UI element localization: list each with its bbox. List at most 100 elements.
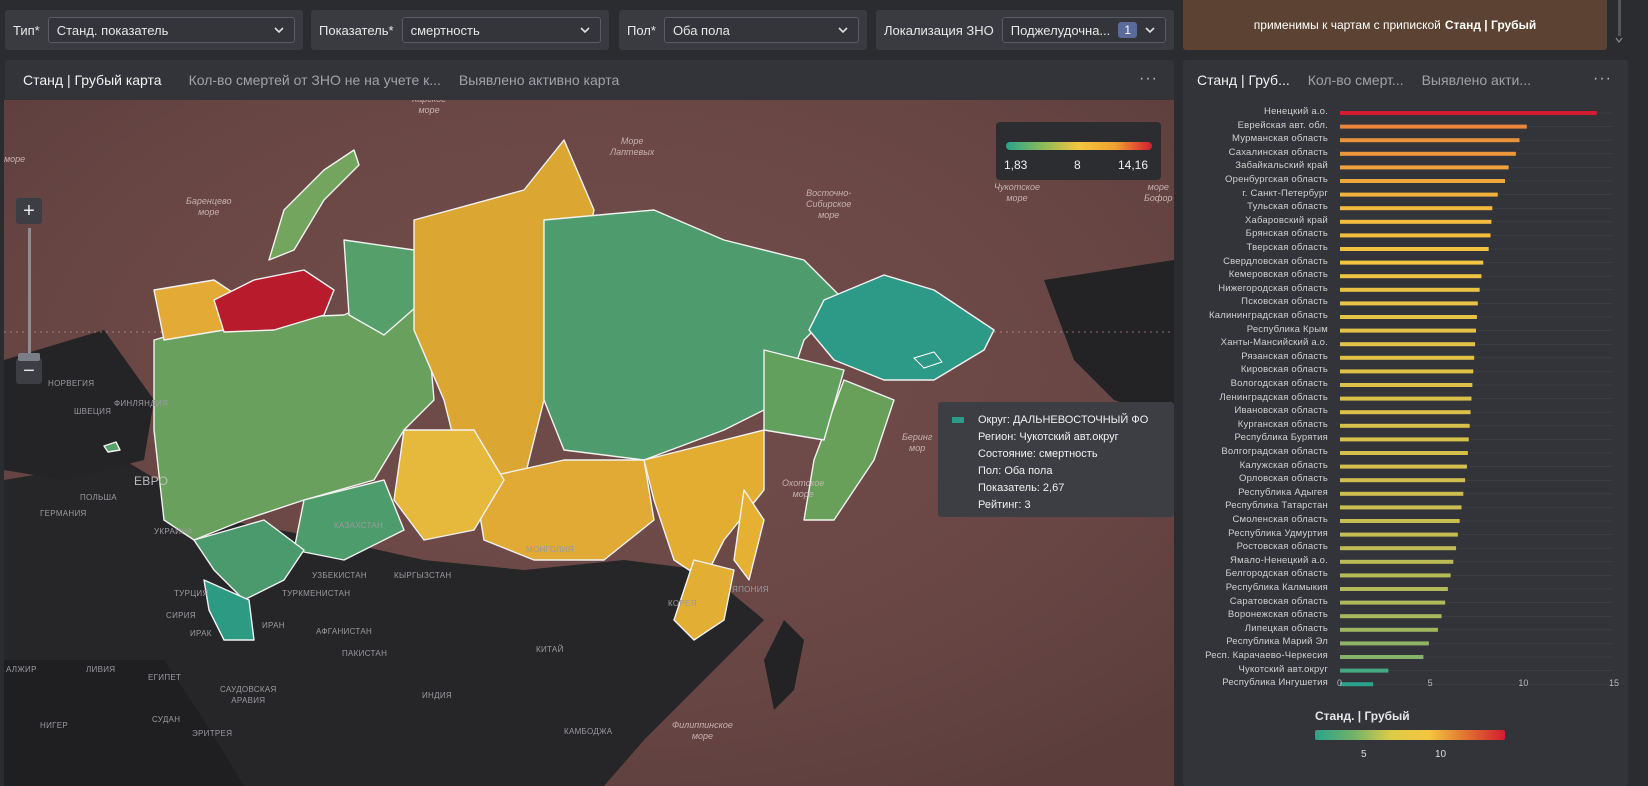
bar-category-label: Орловская область bbox=[1239, 473, 1328, 485]
map-label-cambodia: КАМБОДЖА bbox=[564, 727, 613, 736]
filter-type-select[interactable]: Станд. показатель bbox=[47, 17, 295, 43]
map-label-ukraine: УКРАИНА bbox=[154, 527, 193, 536]
bar-category-label: Рязанская область bbox=[1241, 350, 1328, 362]
map-label-poland: ПОЛЬША bbox=[80, 493, 117, 502]
bar-category-label: Ленинградская область bbox=[1219, 391, 1328, 403]
filter-sex-value: Оба пола bbox=[672, 22, 730, 38]
map-label-finland: ФИНЛЯНДИЯ bbox=[114, 399, 169, 408]
bar-category-label: Кировская область bbox=[1240, 364, 1328, 376]
map-label-japan: ЯПОНИЯ bbox=[732, 585, 769, 594]
bar-category-label: Сахалинская область bbox=[1228, 146, 1328, 158]
bar-category-label: Респ. Карачаево-Черкесия bbox=[1205, 650, 1328, 661]
map-label-egypt: ЕГИПЕТ bbox=[148, 673, 182, 682]
bar-category-label: Калининградская область bbox=[1209, 310, 1328, 321]
bar-category-label: Еврейская авт. обл. bbox=[1237, 119, 1328, 131]
zoom-slider-handle[interactable] bbox=[17, 353, 40, 361]
filter-localization: Локализация ЗНО Поджелудочна... 1 bbox=[876, 10, 1174, 50]
map-label-eritrea: ЭРИТРЕЯ bbox=[192, 729, 233, 738]
zoom-in-button[interactable]: + bbox=[16, 198, 42, 224]
scrollbar[interactable] bbox=[1612, 0, 1626, 50]
bar-category-label: Тульская область bbox=[1247, 201, 1328, 213]
more-menu-icon[interactable]: ··· bbox=[1139, 70, 1158, 88]
map-label-barents-sea: Баренцево море bbox=[186, 196, 232, 217]
tooltip-rating: Рейтинг: 3 bbox=[978, 499, 1031, 511]
tooltip-color-swatch bbox=[952, 417, 964, 423]
bar-category-label: Псковская область bbox=[1241, 296, 1328, 308]
bar-category-label: Ненецкий а.о. bbox=[1264, 106, 1328, 117]
bar-category-label: Республика Татарстан bbox=[1225, 500, 1328, 512]
bar-legend-tick-10: 10 bbox=[1435, 749, 1447, 760]
map-label-afghanistan: АФГАНИСТАН bbox=[316, 627, 373, 636]
tooltip-region: Регион: Чукотский авт.округ bbox=[978, 431, 1119, 443]
bar-category-label: Республика Крым bbox=[1246, 323, 1328, 335]
x-tick-label: 0 bbox=[1337, 678, 1343, 688]
chevron-down-icon bbox=[838, 27, 848, 34]
bar-category-label: Волгоградская область bbox=[1221, 446, 1328, 457]
bar-category-label: Ивановская область bbox=[1234, 405, 1328, 417]
bar-legend-title: Станд. | Грубый bbox=[1315, 709, 1410, 723]
map-legend-max: 14,16 bbox=[1118, 158, 1149, 172]
tab-detected-bars[interactable]: Выявлено акти... bbox=[1422, 72, 1531, 88]
bar-category-label: Республика Адыгея bbox=[1238, 486, 1328, 498]
bar-category-label: Республика Удмуртия bbox=[1228, 527, 1328, 539]
map-label-philippine-sea: Филиппинское море bbox=[672, 720, 733, 741]
zoom-out-button[interactable]: − bbox=[16, 358, 42, 384]
bar-category-label: Забайкальский край bbox=[1235, 160, 1328, 172]
selected-count-badge: 1 bbox=[1118, 22, 1137, 38]
map-label-chukchi-sea: Чукотское море bbox=[994, 182, 1040, 203]
map-label-mongolia: МОНГОЛИЯ bbox=[526, 545, 574, 554]
bar-category-label: Республика Калмыкия bbox=[1225, 582, 1328, 593]
chevron-down-icon bbox=[274, 27, 284, 34]
more-menu-icon[interactable]: ··· bbox=[1593, 70, 1612, 88]
bar-category-label: Свердловская область bbox=[1223, 255, 1328, 267]
bar-category-label: г. Санкт-Петербург bbox=[1242, 187, 1328, 199]
tab-stand-map[interactable]: Станд | Грубый карта bbox=[23, 72, 162, 88]
bar-legend-gradient bbox=[1315, 730, 1505, 740]
map-label-china: КИТАЙ bbox=[536, 645, 564, 654]
filter-type-label: Тип* bbox=[13, 22, 40, 38]
filter-sex-select[interactable]: Оба пола bbox=[663, 17, 859, 43]
map-label-libya: ЛИВИЯ bbox=[86, 665, 116, 674]
filter-indicator-label: Показатель* bbox=[319, 22, 394, 38]
filter-indicator-value: смертность bbox=[410, 22, 480, 38]
tooltip-okrug: Округ: ДАЛЬНЕВОСТОЧНЫЙ ФО bbox=[978, 414, 1149, 426]
map-label-sudan: СУДАН bbox=[152, 715, 181, 724]
map-label-sweden: ШВЕЦИЯ bbox=[74, 407, 112, 416]
x-tick-label: 5 bbox=[1427, 678, 1433, 688]
map-label-pakistan: ПАКИСТАН bbox=[342, 649, 388, 658]
map-label-iran: ИРАН bbox=[262, 621, 285, 630]
tooltip-sex: Пол: Оба пола bbox=[978, 465, 1053, 477]
bar-category-label: Республика Марий Эл bbox=[1226, 636, 1328, 648]
map-label-turkmenistan: ТУРКМЕНИСТАН bbox=[282, 589, 351, 598]
x-tick-label: 15 bbox=[1609, 678, 1620, 688]
bar-category-label: Калужская область bbox=[1239, 459, 1328, 471]
tab-deaths-not-registered[interactable]: Кол-во смертей от ЗНО не на учете к... bbox=[189, 72, 441, 88]
map-label-saudi-arabia: САУДОВСКАЯ АРАВИЯ bbox=[220, 685, 277, 705]
bar-category-label: Воронежская область bbox=[1227, 609, 1328, 621]
filter-indicator-select[interactable]: смертность bbox=[401, 17, 601, 43]
bar-category-label: Нижегородская область bbox=[1218, 282, 1328, 294]
bar-category-label: Ямало-Ненецкий а.о. bbox=[1230, 554, 1328, 566]
map-label-niger: НИГЕР bbox=[40, 721, 69, 730]
zoom-slider[interactable] bbox=[17, 228, 40, 361]
bar-category-label: Курганская область bbox=[1237, 418, 1328, 430]
filter-indicator: Показатель* смертность bbox=[311, 10, 609, 50]
filter-type: Тип* Станд. показатель bbox=[5, 10, 303, 50]
map-tabs: Станд | Грубый карта Кол-во смертей от З… bbox=[5, 60, 1174, 100]
bar-category-label: Липецкая область bbox=[1244, 622, 1328, 634]
filter-sex-label: Пол* bbox=[627, 22, 656, 38]
map-legend: 1,83 8 14,16 bbox=[996, 122, 1161, 180]
tab-detected-active[interactable]: Выявлено активно карта bbox=[459, 72, 619, 88]
map-label-korea: КОРЕЯ bbox=[668, 599, 697, 608]
filter-localization-select[interactable]: Поджелудочна... 1 bbox=[1001, 17, 1166, 43]
map-label-east-siberian-sea: Восточно- Сибирское море bbox=[806, 188, 852, 220]
bar-labels: Ненецкий а.о. Еврейская авт. обл. Мурманск… bbox=[1183, 0, 1328, 786]
map-label-syria: СИРИЯ bbox=[166, 611, 196, 620]
map-label-okhotsk-sea: Охотское море bbox=[782, 478, 825, 499]
map-label-iraq: ИРАК bbox=[190, 629, 212, 638]
bar-category-label: Смоленская область bbox=[1232, 514, 1328, 525]
bar-category-label: Мурманская область bbox=[1232, 133, 1328, 145]
map-label-kara-sea: Карское море bbox=[412, 100, 446, 115]
map-label-kyrgyzstan: КЫРГЫЗСТАН bbox=[394, 571, 452, 580]
map-label-germany: ГЕРМАНИЯ bbox=[40, 509, 87, 518]
